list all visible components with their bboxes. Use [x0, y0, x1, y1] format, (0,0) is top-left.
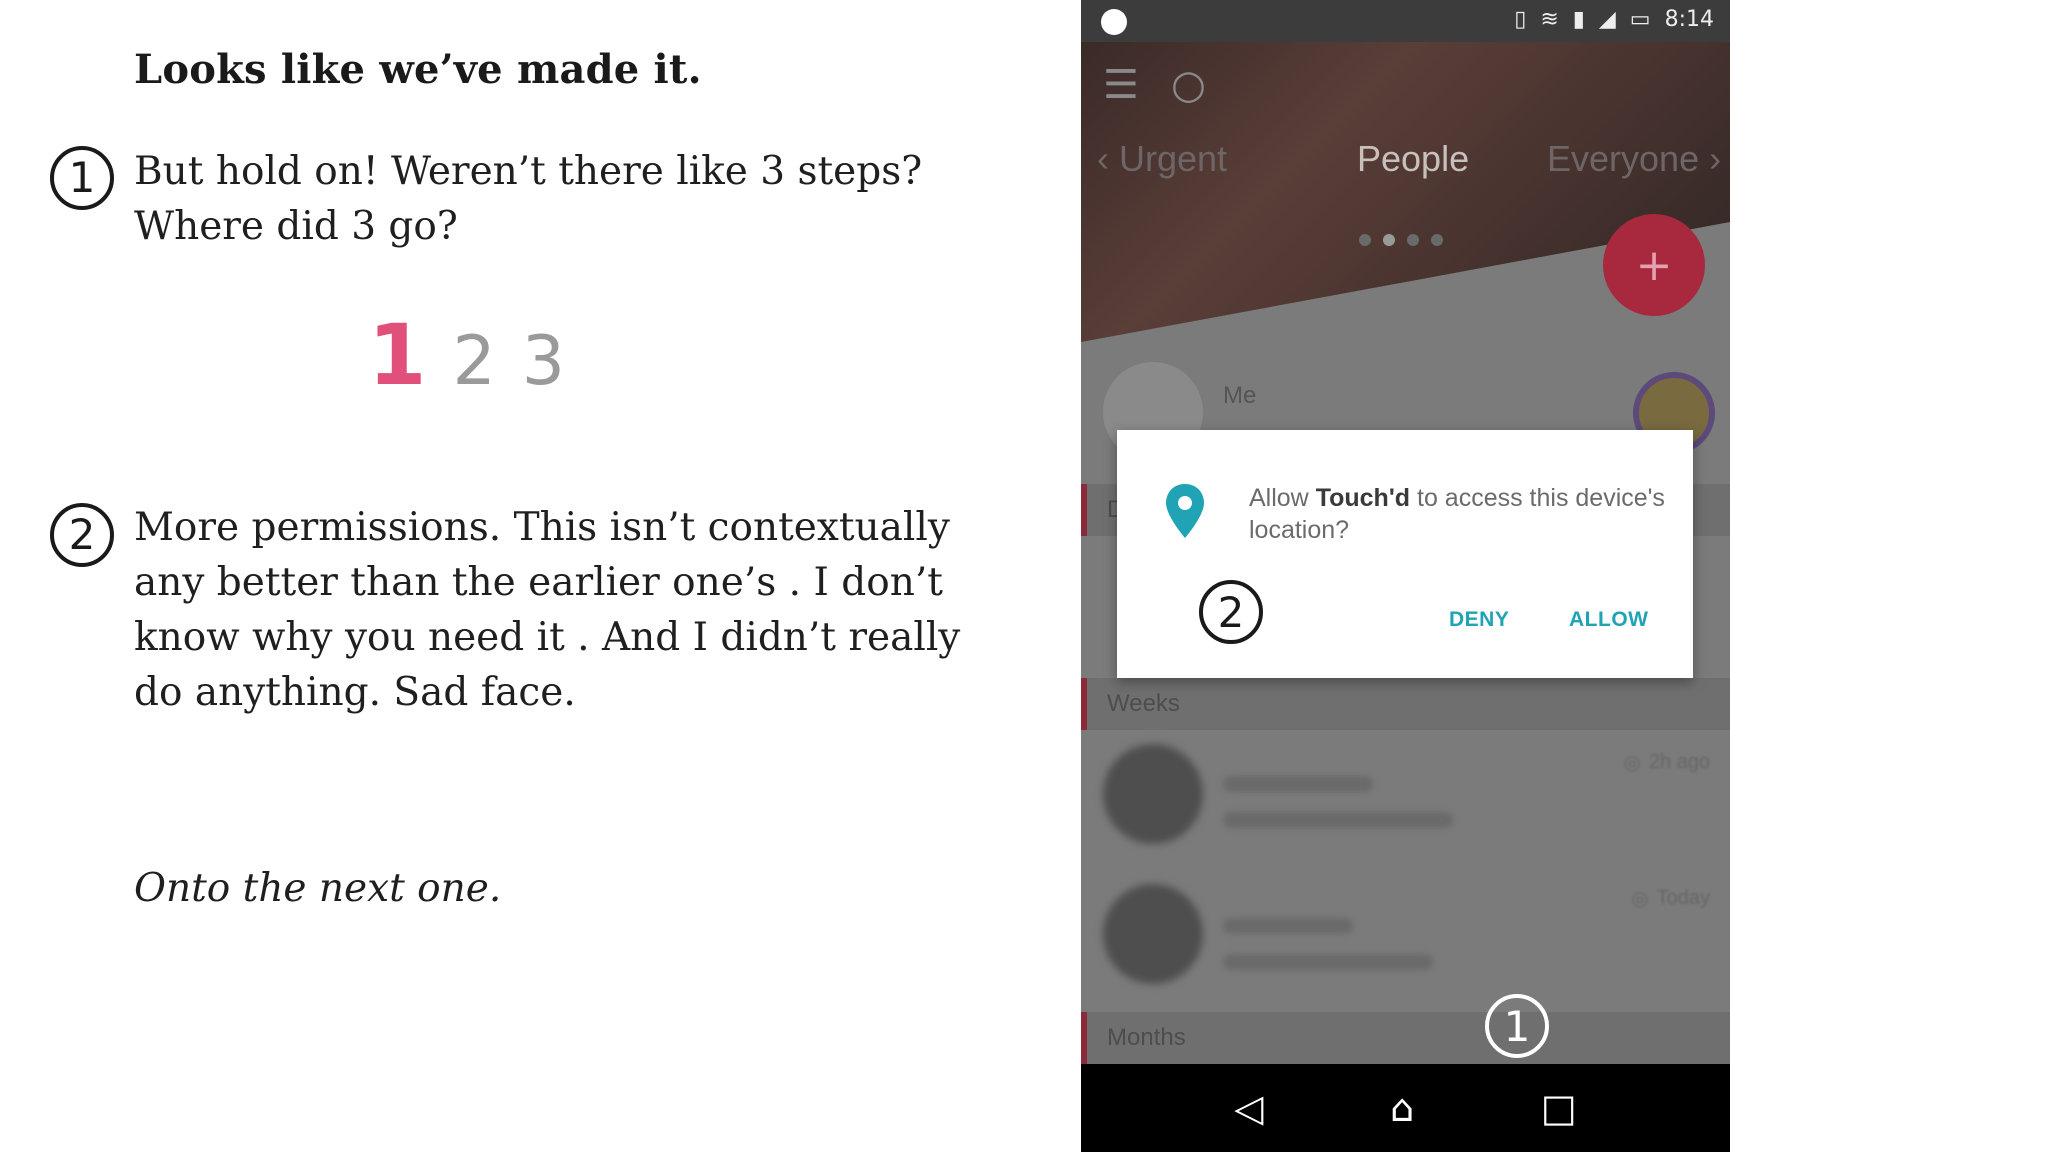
closing-line: Onto the next one. [134, 866, 502, 911]
step-1: 1 [368, 306, 427, 404]
row-time: Today [1656, 887, 1710, 909]
section-header-months: Months [1081, 1012, 1730, 1064]
dialog-message: Allow Touch'd to access this device's lo… [1249, 482, 1669, 546]
vibrate-icon: ▯ [1514, 7, 1527, 32]
blurred-name [1223, 776, 1373, 792]
step-3: 3 [521, 322, 565, 401]
status-time: 8:14 [1664, 7, 1714, 32]
dialog-text-before: Allow [1249, 484, 1316, 512]
recents-icon[interactable]: □ [1541, 1086, 1577, 1130]
page-dot-active [1383, 234, 1395, 246]
android-nav-bar: ◁ ⌂ □ [1081, 1064, 1730, 1152]
page-dot [1407, 234, 1419, 246]
row-meta: ◎ 2h ago [1623, 750, 1710, 775]
article-panel: Looks like we’ve made it. 1 But hold on!… [0, 0, 1080, 1152]
list-item[interactable]: ◎ Today [1081, 872, 1730, 1012]
search-icon[interactable]: ○ [1171, 62, 1206, 108]
tab-people[interactable]: People [1357, 138, 1469, 180]
status-bar: ▯ ≋ ▮ ◢ ▭ 8:14 [1081, 0, 1730, 42]
tab-everyone[interactable]: Everyone › [1547, 138, 1721, 180]
section-label: Weeks [1107, 690, 1180, 717]
signal-icon: ◢ [1598, 7, 1616, 32]
status-icons: ▯ ≋ ▮ ◢ ▭ 8:14 [1514, 7, 1714, 32]
avatar [1103, 884, 1203, 984]
paragraph-2: More permissions. This isn’t contextuall… [134, 505, 961, 715]
menu-icon[interactable]: ☰ [1103, 62, 1139, 108]
page-dot [1359, 234, 1371, 246]
app-name: Touch'd [1315, 484, 1411, 512]
blurred-message [1223, 954, 1433, 970]
annotation-marker-1: 1 [1485, 994, 1549, 1058]
wifi-icon: ≋ [1540, 7, 1559, 32]
tab-urgent[interactable]: ‹ Urgent [1097, 138, 1227, 180]
section-label: Months [1107, 1024, 1186, 1051]
steps-indicator: 1 2 3 [368, 306, 591, 404]
battery-icon: ▭ [1629, 7, 1651, 32]
me-row[interactable]: Me [1081, 342, 1730, 462]
home-icon[interactable]: ⌂ [1390, 1086, 1414, 1130]
whatsapp-icon: ◎ [1623, 752, 1641, 774]
page-dot [1431, 234, 1443, 246]
deny-button[interactable]: DENY [1449, 608, 1509, 632]
page-dots [1359, 234, 1443, 246]
tab-urgent-label: Urgent [1119, 138, 1228, 179]
phone-screenshot: ▯ ≋ ▮ ◢ ▭ 8:14 ☰ ○ ‹ Urgent People Every… [1081, 0, 1730, 1152]
step-marker-1: 1 [50, 146, 114, 210]
allow-button[interactable]: ALLOW [1569, 608, 1648, 632]
row-meta: ◎ Today [1631, 886, 1710, 911]
add-button[interactable]: + [1603, 214, 1705, 316]
article-heading: Looks like we’ve made it. [134, 46, 702, 93]
blurred-message [1223, 812, 1453, 828]
step-2: 2 [452, 322, 496, 401]
sim-icon: ▮ [1572, 7, 1585, 32]
whatsapp-icon: ◎ [1631, 888, 1649, 910]
permission-dialog: Allow Touch'd to access this device's lo… [1117, 430, 1693, 678]
annotation-marker-2: 2 [1199, 580, 1263, 644]
tab-everyone-label: Everyone [1547, 138, 1700, 179]
paragraph-1: But hold on! Weren’t there like 3 steps?… [134, 149, 923, 249]
me-label: Me [1223, 382, 1257, 409]
notification-dot-icon [1101, 9, 1127, 35]
location-pin-icon [1166, 484, 1204, 538]
avatar [1103, 744, 1203, 844]
step-marker-2: 2 [50, 503, 114, 567]
row-time: 2h ago [1648, 751, 1710, 773]
section-header-weeks: Weeks [1081, 678, 1730, 730]
blurred-name [1223, 918, 1353, 934]
back-icon[interactable]: ◁ [1234, 1086, 1263, 1130]
list-item[interactable]: ◎ 2h ago [1081, 734, 1730, 874]
